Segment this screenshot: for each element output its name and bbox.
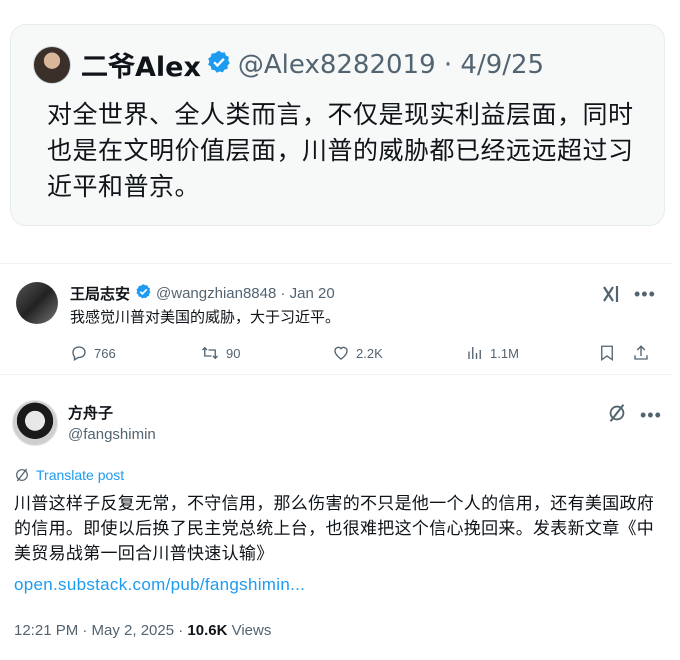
share-button[interactable]: [632, 344, 650, 362]
translate-label: Translate post: [36, 467, 125, 483]
post-meta: 12:21 PM · May 2, 2025 · 10.6K Views: [14, 622, 271, 639]
author-handle-date[interactable]: @Alex8282019 · 4/9/25: [238, 50, 544, 80]
action-bar: 766 90 2.2K 1.1M: [70, 342, 660, 366]
article-link[interactable]: open.substack.com/pub/fangshimin...: [14, 575, 305, 595]
quoted-post-card[interactable]: 二爷Alex @Alex8282019 · 4/9/25 对全世界、全人类而言，…: [10, 24, 665, 226]
grok-icon[interactable]: [606, 402, 628, 429]
translate-icon: [16, 468, 28, 482]
verified-badge-icon: [135, 283, 152, 304]
like-button[interactable]: 2.2K: [332, 344, 383, 362]
views-button[interactable]: 1.1M: [466, 344, 519, 362]
more-options-icon[interactable]: •••: [640, 406, 662, 424]
author-handle[interactable]: @fangshimin: [68, 426, 156, 443]
author-name[interactable]: 方舟子: [68, 402, 113, 423]
views-label: Views: [227, 622, 272, 639]
repost-icon: [202, 346, 218, 360]
more-options-icon[interactable]: •••: [634, 285, 656, 303]
post-text: 川普这样子反复无常，不守信用，那么伤害的不只是他一个人的信用，还有美国政府的信用…: [14, 494, 655, 564]
author-handle-date[interactable]: @wangzhian8848 · Jan 20: [156, 285, 335, 302]
like-count: 2.2K: [356, 345, 383, 361]
avatar[interactable]: [12, 400, 58, 446]
grok-icon[interactable]: [601, 284, 621, 309]
views-count: 1.1M: [490, 345, 519, 361]
post-timestamp[interactable]: 12:21 PM · May 2, 2025 ·: [14, 622, 187, 639]
bookmark-icon: [601, 345, 613, 362]
avatar[interactable]: [33, 45, 71, 84]
verified-badge-icon: [206, 49, 232, 80]
post-header: 王局志安 @wangzhian8848 · Jan 20: [70, 283, 335, 304]
share-icon: [634, 345, 648, 360]
author-name[interactable]: 二爷Alex: [81, 45, 201, 84]
views-count: 10.6K: [187, 622, 228, 639]
author-name[interactable]: 王局志安: [70, 283, 130, 304]
analytics-icon: [468, 347, 481, 359]
repost-count: 90: [226, 345, 241, 361]
heart-icon: [334, 346, 348, 360]
avatar[interactable]: [16, 282, 58, 324]
translate-post-link[interactable]: Translate post: [14, 467, 124, 483]
post-card[interactable]: 方舟子 @fangshimin ••• Translate post 川普这样子…: [0, 382, 672, 660]
bookmark-button[interactable]: [598, 344, 616, 362]
reply-count: 766: [94, 345, 116, 361]
reply-button[interactable]: 766: [70, 344, 116, 362]
repost-button[interactable]: 90: [200, 344, 240, 362]
post-text: 对全世界、全人类而言，不仅是现实利益层面，同时也是在文明价值层面，川普的威胁都已…: [47, 100, 634, 201]
post-header: 二爷Alex @Alex8282019 · 4/9/25: [33, 45, 544, 84]
post-card[interactable]: 王局志安 @wangzhian8848 · Jan 20 ••• 我感觉川普对美…: [0, 263, 672, 375]
reply-icon: [72, 346, 86, 361]
post-text: 我感觉川普对美国的威胁，大于习近平。: [70, 308, 341, 326]
